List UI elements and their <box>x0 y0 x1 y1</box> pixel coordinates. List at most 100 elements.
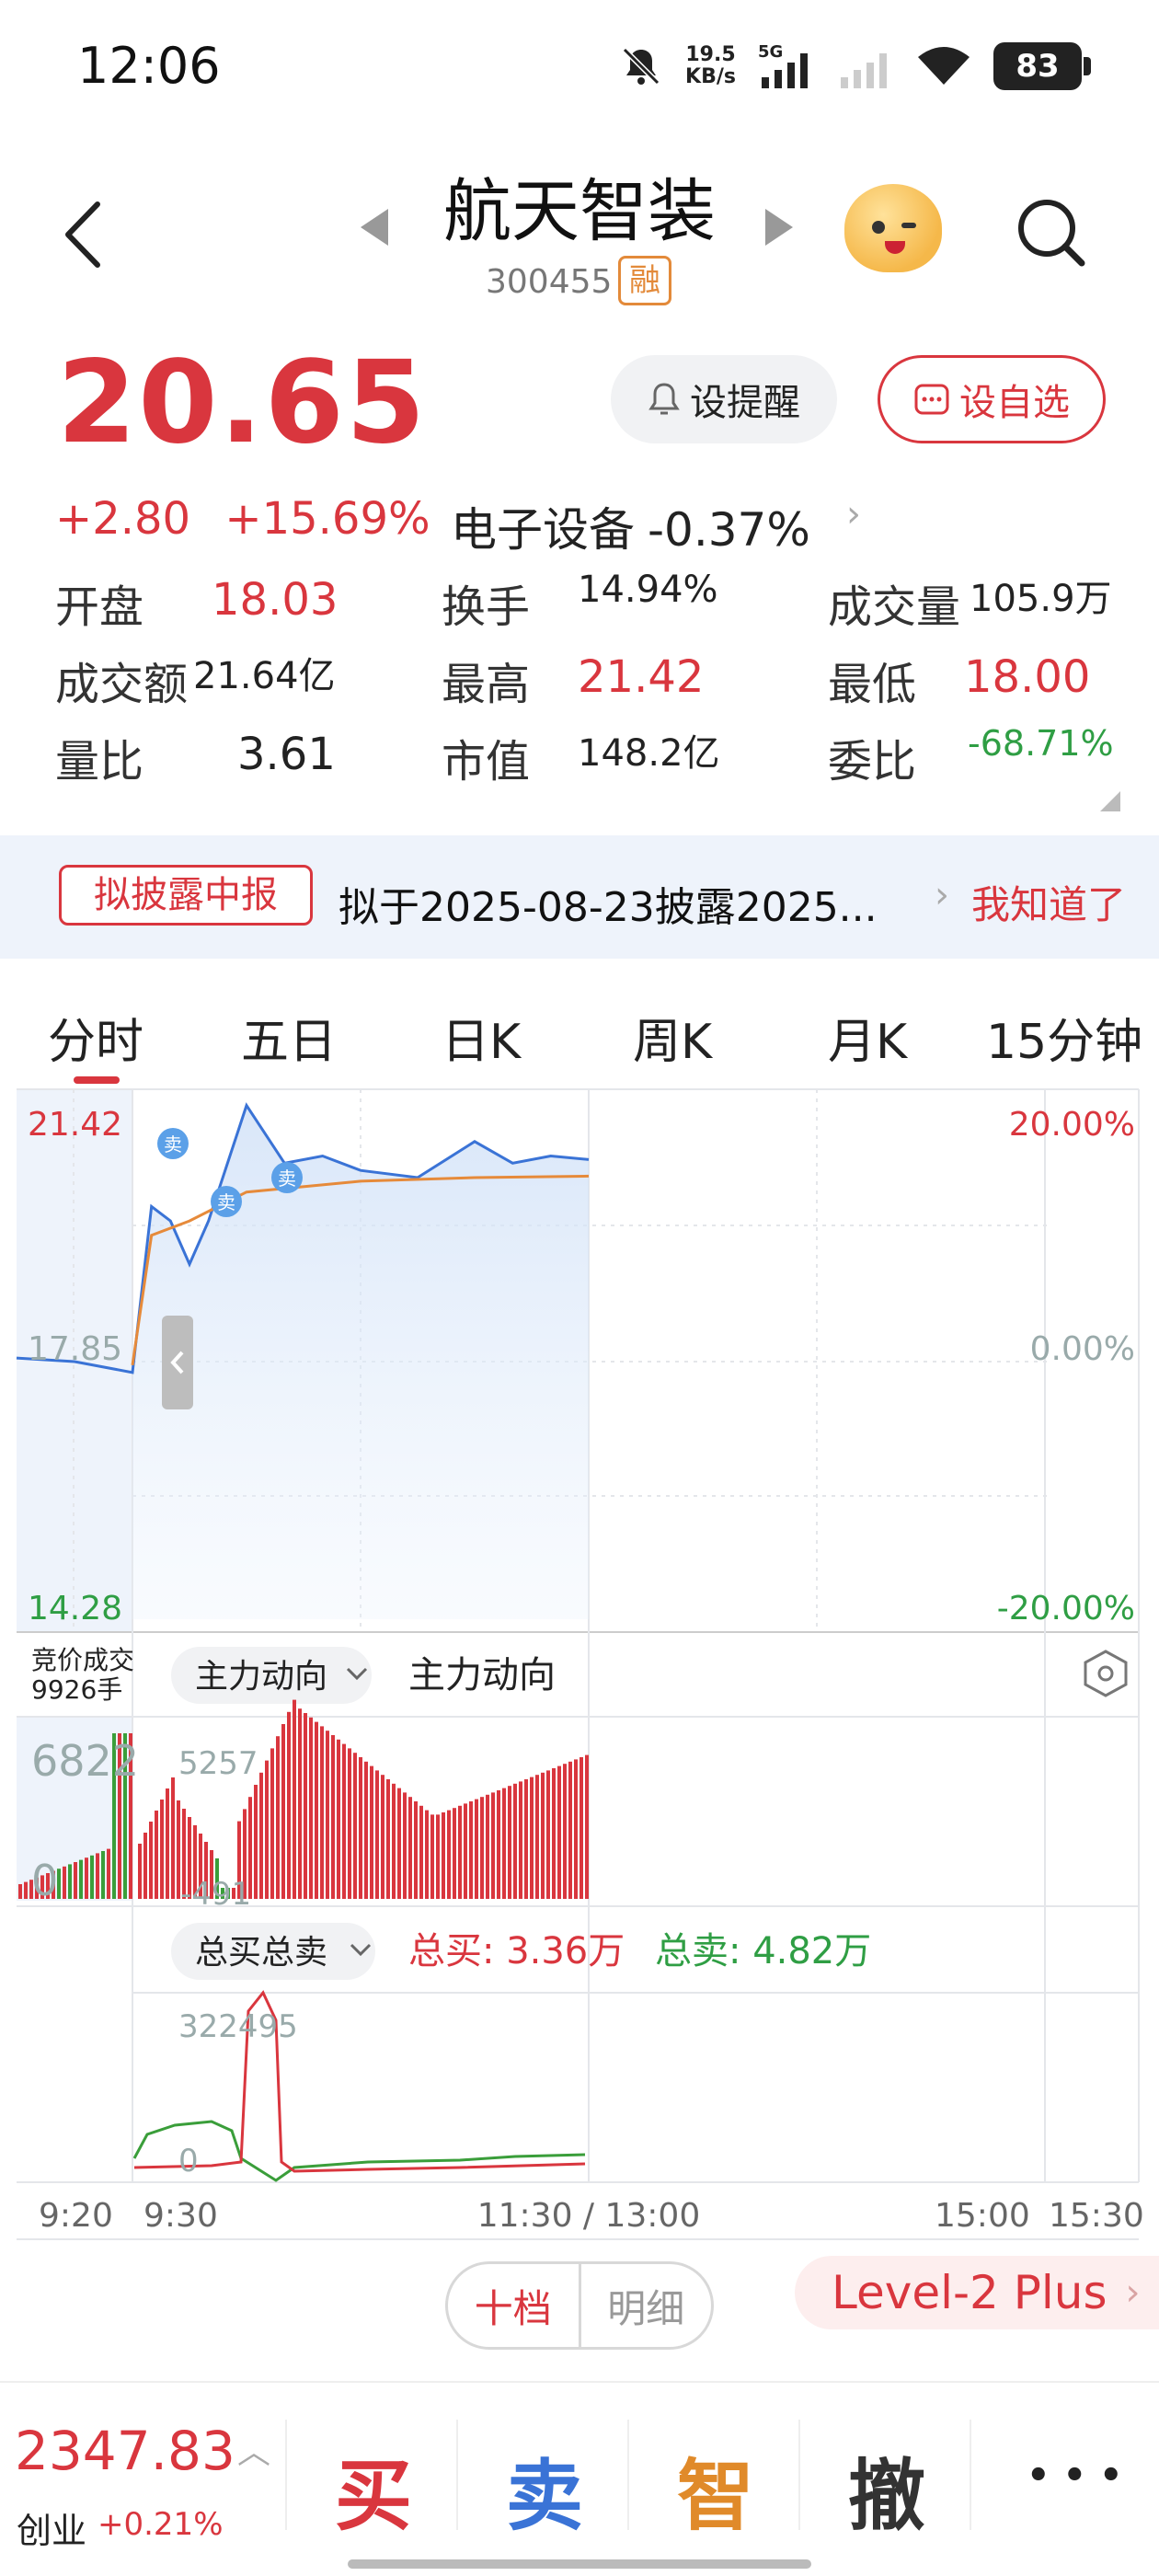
main-force-bar <box>392 1783 396 1899</box>
main-force-bar <box>287 1711 291 1899</box>
main-force-bar <box>458 1805 462 1899</box>
buy-button[interactable]: 买 <box>335 2434 412 2546</box>
intraday-chart[interactable]: 卖 卖 卖 21.42 17.85 14.28 20.00% 0.00% -20… <box>0 1086 1159 2245</box>
tab-details[interactable]: 明细 <box>581 2264 712 2347</box>
time-label: 15:30 <box>1049 2197 1144 2235</box>
collapse-panel-handle[interactable] <box>162 1316 193 1409</box>
main-force-bar <box>502 1788 506 1899</box>
main-force-bar <box>486 1794 489 1899</box>
main-force-bar <box>580 1757 583 1899</box>
cancel-order-button[interactable]: 撤 <box>848 2434 925 2546</box>
signal-5g-icon: 5G <box>758 42 808 88</box>
add-watchlist-button[interactable]: 设自选 <box>878 355 1106 443</box>
sector-link[interactable]: 电子设备 -0.37% <box>451 493 810 559</box>
main-force-bar <box>101 1851 105 1899</box>
main-force-bar <box>552 1768 556 1899</box>
stat-label: 委比 <box>828 736 917 788</box>
tab-monthly-k[interactable]: 月K <box>828 1003 907 1072</box>
stat-label: 开盘 <box>55 581 144 633</box>
main-force-selector-label: 主力动向 <box>195 1658 327 1696</box>
current-price: 20.65 <box>57 337 428 469</box>
wifi-icon <box>918 47 970 85</box>
notice-text[interactable]: 拟于2025-08-23披露2025... <box>339 874 878 933</box>
index-name: 创业 <box>17 2511 87 2551</box>
sell-button[interactable]: 卖 <box>506 2434 583 2546</box>
tab-five-day[interactable]: 五日 <box>241 1003 337 1072</box>
chevron-left-icon <box>65 201 100 268</box>
set-alert-button[interactable]: 设提醒 <box>611 355 837 443</box>
active-tab-indicator <box>74 1076 120 1084</box>
main-force-bar <box>24 1881 28 1899</box>
prev-stock-button[interactable] <box>359 207 390 258</box>
tab-ten-levels[interactable]: 十档 <box>448 2264 581 2347</box>
sector-name: 电子设备 <box>451 503 635 557</box>
main-force-bar <box>293 1699 296 1899</box>
main-force-bar <box>309 1717 313 1899</box>
smart-button[interactable]: 智 <box>677 2434 754 2546</box>
main-force-bar <box>320 1726 324 1899</box>
tab-daily-k[interactable]: 日K <box>442 1003 521 1072</box>
main-force-bar <box>281 1724 285 1899</box>
main-force-bar <box>265 1760 269 1899</box>
sell-marker[interactable]: 卖 <box>271 1162 303 1193</box>
signal-icon <box>841 53 887 88</box>
main-force-bar <box>370 1765 373 1899</box>
notice-dismiss-button[interactable]: 我知道了 <box>971 874 1126 930</box>
index-value[interactable]: 2347.83 <box>15 2420 235 2482</box>
net-speed-value: 19.5 <box>685 43 736 66</box>
main-force-bar <box>447 1810 451 1899</box>
set-alert-label: 设提醒 <box>690 382 800 424</box>
main-force-bar <box>337 1739 340 1899</box>
more-button[interactable]: • • • <box>1027 2455 1123 2497</box>
mascot-avatar[interactable] <box>844 184 942 272</box>
stat-value: 18.00 <box>964 651 1091 703</box>
main-force-bar <box>430 1814 434 1899</box>
expand-stats-icon[interactable] <box>1100 791 1120 811</box>
main-force-bar <box>342 1743 346 1899</box>
main-force-bar <box>535 1775 539 1899</box>
main-force-bar <box>508 1786 511 1899</box>
net-speed-unit: KB/s <box>685 65 736 88</box>
chevron-up-icon[interactable]: ︿ <box>237 2425 270 2473</box>
main-force-bar <box>464 1803 467 1899</box>
stat-label: 最高 <box>442 659 531 710</box>
sell-marker-text: 卖 <box>278 1167 296 1190</box>
main-force-bar <box>63 1866 66 1899</box>
next-stock-button[interactable] <box>763 207 795 258</box>
main-force-title: 主力动向 <box>408 1654 556 1696</box>
bs-peak-label: 322495 <box>178 2008 298 2045</box>
back-button[interactable] <box>55 193 110 276</box>
main-force-bar <box>546 1770 550 1899</box>
main-force-bar <box>480 1797 484 1899</box>
search-button[interactable] <box>1014 195 1087 269</box>
sell-marker[interactable]: 卖 <box>211 1186 242 1217</box>
main-force-bar <box>315 1721 318 1899</box>
main-force-bar <box>574 1759 578 1899</box>
tab-intraday[interactable]: 分时 <box>48 1003 143 1072</box>
time-label: 9:30 <box>143 2197 218 2235</box>
buy-sell-selector-label: 总买总卖 <box>195 1934 327 1972</box>
tab-weekly-k[interactable]: 周K <box>633 1003 712 1072</box>
main-force-bar <box>419 1805 423 1899</box>
main-force-bar <box>375 1770 379 1899</box>
auction-label: 竞价成交 <box>31 1645 134 1675</box>
main-force-bar <box>442 1812 445 1899</box>
main-force-bar <box>453 1808 456 1899</box>
divider <box>285 2420 287 2530</box>
stat-label: 最低 <box>828 659 917 710</box>
main-force-bar <box>79 1859 83 1899</box>
tab-15min[interactable]: 15分钟 <box>986 1003 1142 1072</box>
sell-marker-text: 卖 <box>217 1191 235 1213</box>
sell-marker[interactable]: 卖 <box>157 1128 189 1159</box>
main-force-bar <box>397 1788 401 1899</box>
mf-peak-label: 5257 <box>178 1745 258 1782</box>
main-force-bar <box>414 1801 418 1899</box>
settings-hexagon-icon[interactable] <box>1084 1650 1128 1697</box>
time-label: 11:30 / 13:00 <box>477 2197 701 2235</box>
sector-chevron-icon: › <box>846 493 861 535</box>
add-watchlist-label: 设自选 <box>959 382 1070 424</box>
main-force-bar <box>298 1708 302 1899</box>
net-speed: 19.5 KB/s <box>685 44 736 88</box>
level2-plus-button[interactable]: Level-2 Plus › <box>795 2256 1159 2329</box>
main-force-bar <box>436 1814 440 1899</box>
